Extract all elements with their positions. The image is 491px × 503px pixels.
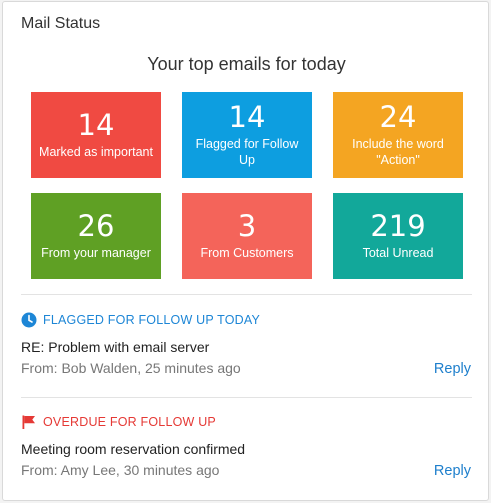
divider bbox=[21, 397, 472, 398]
reply-link[interactable]: Reply bbox=[434, 463, 471, 479]
email-sender: From: Bob Walden, 25 minutes ago bbox=[21, 360, 241, 376]
tile-marked-important[interactable]: 14 Marked as important bbox=[31, 92, 161, 178]
tile-label: Flagged for Follow Up bbox=[195, 137, 299, 167]
tile-total-unread[interactable]: 219 Total Unread bbox=[333, 193, 463, 279]
tile-count: 24 bbox=[379, 100, 417, 134]
section-heading-label: FLAGGED FOR FOLLOW UP TODAY bbox=[43, 313, 261, 327]
card-title: Mail Status bbox=[21, 15, 101, 32]
flag-icon bbox=[21, 414, 37, 430]
tile-count: 219 bbox=[370, 209, 426, 243]
tile-label: From your manager bbox=[41, 246, 151, 260]
tile-count: 14 bbox=[77, 108, 115, 142]
tile-action-word[interactable]: 24 Include the word "Action" bbox=[333, 92, 463, 178]
section-heading-label: OVERDUE FOR FOLLOW UP bbox=[43, 415, 216, 429]
tile-flagged-follow-up[interactable]: 14 Flagged for Follow Up bbox=[182, 92, 312, 178]
email-sender: From: Amy Lee, 30 minutes ago bbox=[21, 462, 220, 478]
tile-label: Include the word "Action" bbox=[352, 137, 444, 167]
tile-count: 3 bbox=[237, 209, 257, 243]
tile-count: 26 bbox=[77, 209, 115, 243]
tile-count: 14 bbox=[228, 100, 266, 134]
email-subject[interactable]: Meeting room reservation confirmed bbox=[21, 441, 245, 457]
mail-status-card: Mail Status Your top emails for today 14… bbox=[2, 1, 489, 501]
clock-icon bbox=[21, 312, 37, 328]
tile-label: From Customers bbox=[200, 246, 294, 260]
overdue-section-heading: OVERDUE FOR FOLLOW UP bbox=[21, 414, 216, 430]
tile-label: Marked as important bbox=[39, 145, 153, 159]
tile-from-customers[interactable]: 3 From Customers bbox=[182, 193, 312, 279]
email-subject[interactable]: RE: Problem with email server bbox=[21, 339, 209, 355]
reply-link[interactable]: Reply bbox=[434, 361, 471, 377]
divider bbox=[21, 294, 472, 295]
tile-label: Total Unread bbox=[362, 246, 434, 260]
tile-from-manager[interactable]: 26 From your manager bbox=[31, 193, 161, 279]
summary-heading: Your top emails for today bbox=[147, 54, 346, 74]
flagged-section-heading: FLAGGED FOR FOLLOW UP TODAY bbox=[21, 312, 260, 328]
